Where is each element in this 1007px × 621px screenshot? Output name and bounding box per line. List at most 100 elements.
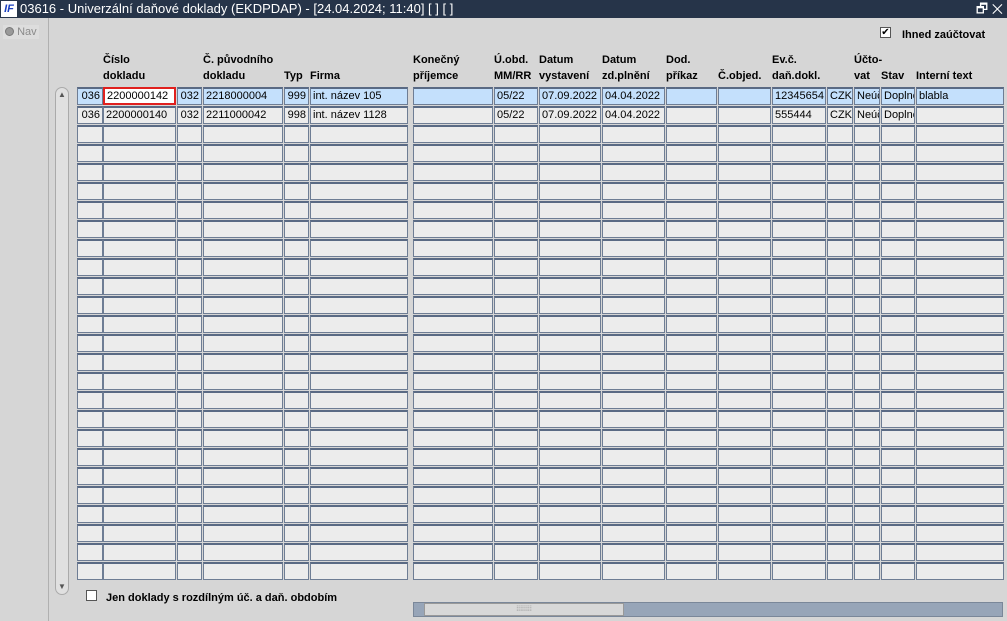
table-cell[interactable]: int. název 1128 bbox=[310, 106, 408, 124]
empty-cell[interactable] bbox=[718, 353, 771, 371]
empty-cell[interactable] bbox=[602, 163, 665, 181]
empty-cell[interactable] bbox=[827, 144, 853, 162]
empty-cell[interactable] bbox=[203, 125, 283, 143]
empty-cell[interactable] bbox=[103, 372, 176, 390]
empty-cell[interactable] bbox=[772, 372, 826, 390]
column-header[interactable]: Interní text bbox=[916, 68, 972, 84]
empty-cell[interactable] bbox=[666, 467, 717, 485]
empty-cell[interactable] bbox=[77, 182, 103, 200]
empty-cell[interactable] bbox=[310, 505, 408, 523]
empty-cell[interactable] bbox=[772, 163, 826, 181]
empty-cell[interactable] bbox=[854, 391, 880, 409]
empty-cell[interactable] bbox=[103, 448, 176, 466]
empty-cell[interactable] bbox=[284, 315, 309, 333]
empty-cell[interactable] bbox=[177, 353, 202, 371]
empty-cell[interactable] bbox=[666, 505, 717, 523]
table-cell[interactable]: 07.09.2022 bbox=[539, 87, 601, 105]
empty-cell[interactable] bbox=[602, 448, 665, 466]
empty-cell[interactable] bbox=[310, 372, 408, 390]
empty-cell[interactable] bbox=[881, 372, 915, 390]
empty-cell[interactable] bbox=[310, 258, 408, 276]
empty-cell[interactable] bbox=[284, 467, 309, 485]
empty-cell[interactable] bbox=[539, 163, 601, 181]
empty-cell[interactable] bbox=[539, 334, 601, 352]
empty-cell[interactable] bbox=[539, 220, 601, 238]
empty-cell[interactable] bbox=[103, 182, 176, 200]
empty-cell[interactable] bbox=[494, 125, 538, 143]
empty-cell[interactable] bbox=[602, 334, 665, 352]
empty-cell[interactable] bbox=[772, 258, 826, 276]
empty-cell[interactable] bbox=[77, 486, 103, 504]
empty-cell[interactable] bbox=[718, 258, 771, 276]
empty-cell[interactable] bbox=[854, 201, 880, 219]
empty-cell[interactable] bbox=[284, 201, 309, 219]
empty-cell[interactable] bbox=[284, 562, 309, 580]
empty-cell[interactable] bbox=[881, 410, 915, 428]
empty-cell[interactable] bbox=[916, 220, 1004, 238]
empty-cell[interactable] bbox=[881, 543, 915, 561]
table-cell[interactable]: 2200000142 bbox=[103, 87, 176, 105]
empty-cell[interactable] bbox=[539, 144, 601, 162]
empty-cell[interactable] bbox=[827, 467, 853, 485]
empty-cell[interactable] bbox=[310, 467, 408, 485]
table-cell[interactable]: 05/22 bbox=[494, 106, 538, 124]
empty-cell[interactable] bbox=[177, 239, 202, 257]
empty-cell[interactable] bbox=[494, 201, 538, 219]
empty-cell[interactable] bbox=[103, 429, 176, 447]
empty-cell[interactable] bbox=[827, 353, 853, 371]
immediate-post-checkbox[interactable]: ✔ bbox=[880, 27, 891, 38]
empty-cell[interactable] bbox=[413, 486, 493, 504]
column-header[interactable]: Ú.obd. MM/RR bbox=[494, 52, 531, 84]
column-header[interactable]: Stav bbox=[881, 68, 904, 84]
empty-cell[interactable] bbox=[718, 448, 771, 466]
empty-cell[interactable] bbox=[77, 543, 103, 561]
empty-cell[interactable] bbox=[413, 524, 493, 542]
empty-cell[interactable] bbox=[854, 353, 880, 371]
empty-cell[interactable] bbox=[881, 562, 915, 580]
empty-cell[interactable] bbox=[539, 410, 601, 428]
table-cell[interactable] bbox=[718, 106, 771, 124]
empty-cell[interactable] bbox=[881, 334, 915, 352]
empty-cell[interactable] bbox=[881, 467, 915, 485]
empty-cell[interactable] bbox=[77, 353, 103, 371]
empty-cell[interactable] bbox=[772, 296, 826, 314]
empty-cell[interactable] bbox=[203, 239, 283, 257]
empty-cell[interactable] bbox=[284, 277, 309, 295]
empty-cell[interactable] bbox=[177, 163, 202, 181]
empty-cell[interactable] bbox=[718, 467, 771, 485]
empty-cell[interactable] bbox=[827, 391, 853, 409]
empty-cell[interactable] bbox=[827, 220, 853, 238]
empty-cell[interactable] bbox=[666, 429, 717, 447]
empty-cell[interactable] bbox=[827, 410, 853, 428]
empty-cell[interactable] bbox=[177, 410, 202, 428]
empty-cell[interactable] bbox=[539, 372, 601, 390]
empty-cell[interactable] bbox=[718, 315, 771, 333]
empty-cell[interactable] bbox=[539, 353, 601, 371]
close-button[interactable]: ✕ bbox=[992, 1, 1003, 16]
empty-cell[interactable] bbox=[494, 258, 538, 276]
empty-cell[interactable] bbox=[103, 467, 176, 485]
empty-cell[interactable] bbox=[103, 391, 176, 409]
empty-cell[interactable] bbox=[666, 296, 717, 314]
empty-cell[interactable] bbox=[310, 391, 408, 409]
empty-cell[interactable] bbox=[718, 543, 771, 561]
empty-cell[interactable] bbox=[916, 391, 1004, 409]
empty-cell[interactable] bbox=[284, 372, 309, 390]
empty-cell[interactable] bbox=[494, 182, 538, 200]
empty-cell[interactable] bbox=[310, 429, 408, 447]
empty-cell[interactable] bbox=[413, 334, 493, 352]
column-header[interactable]: Typ bbox=[284, 68, 303, 84]
empty-cell[interactable] bbox=[772, 239, 826, 257]
empty-cell[interactable] bbox=[284, 334, 309, 352]
empty-cell[interactable] bbox=[539, 258, 601, 276]
empty-cell[interactable] bbox=[602, 353, 665, 371]
empty-cell[interactable] bbox=[881, 277, 915, 295]
empty-cell[interactable] bbox=[203, 182, 283, 200]
empty-cell[interactable] bbox=[827, 562, 853, 580]
empty-cell[interactable] bbox=[539, 296, 601, 314]
empty-cell[interactable] bbox=[854, 182, 880, 200]
table-cell[interactable]: 05/22 bbox=[494, 87, 538, 105]
empty-cell[interactable] bbox=[854, 429, 880, 447]
empty-cell[interactable] bbox=[177, 562, 202, 580]
empty-cell[interactable] bbox=[666, 258, 717, 276]
